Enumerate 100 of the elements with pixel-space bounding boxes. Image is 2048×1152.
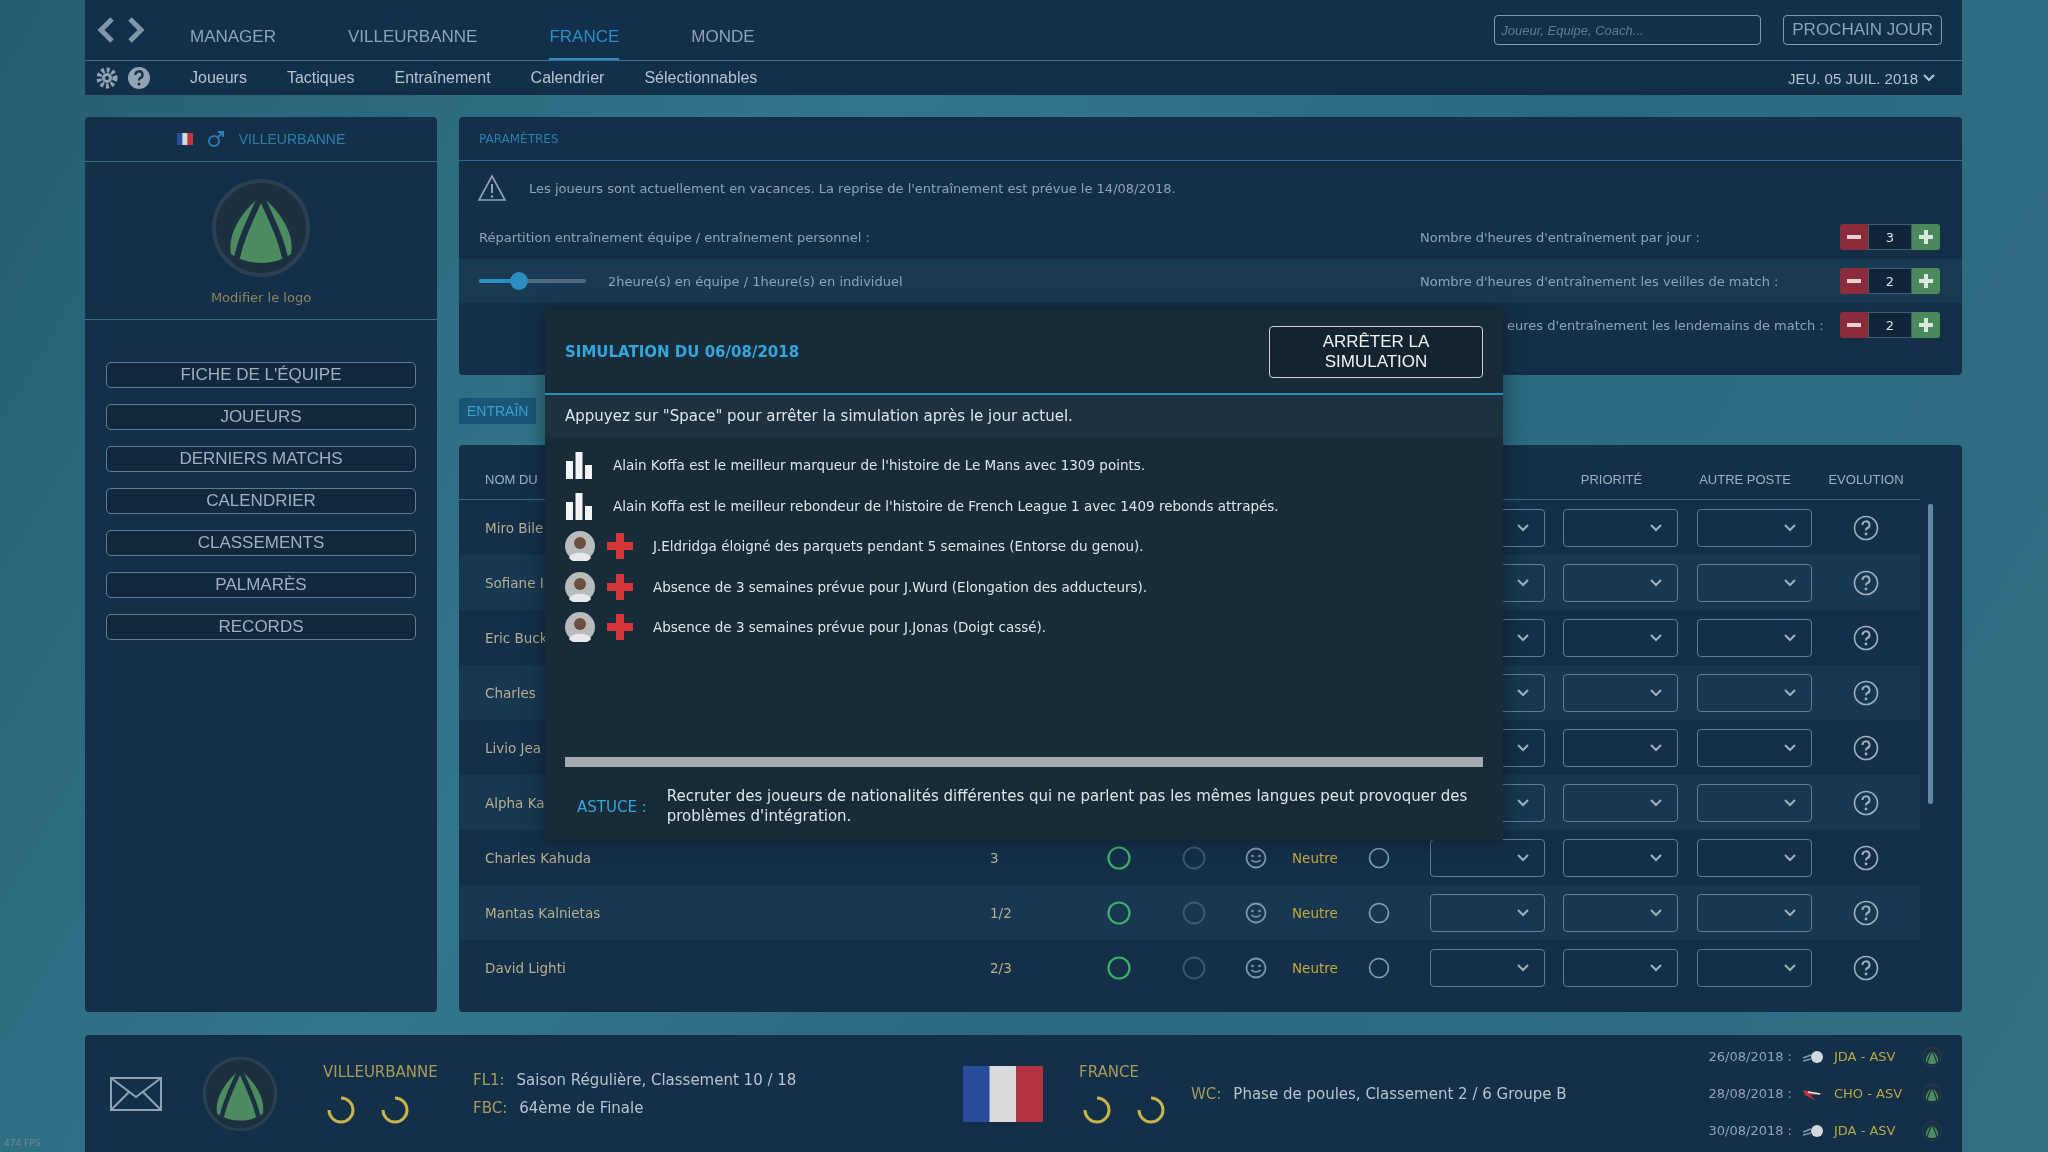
- nav-tab[interactable]: MONDE: [691, 0, 755, 60]
- priority-dropdown[interactable]: [1563, 948, 1678, 987]
- team-name: FRANCE: [1079, 1062, 1140, 1081]
- intensity-dropdown[interactable]: [1430, 948, 1545, 987]
- chevron-down-icon: [1516, 632, 1530, 643]
- stop-simulation-button[interactable]: ARRÊTER LA SIMULATION: [1269, 325, 1483, 378]
- opinion-text: Neutre: [1291, 849, 1339, 866]
- position-cell-text: 3: [990, 849, 1000, 866]
- medical-cross-icon: [607, 614, 633, 641]
- chevron-down-icon: [1649, 742, 1663, 753]
- help-icon[interactable]: [1853, 514, 1879, 541]
- scrollbar[interactable]: [1928, 504, 1933, 804]
- club-logo: [1922, 1120, 1942, 1141]
- position-dropdown[interactable]: [1697, 728, 1812, 767]
- minus-button[interactable]: [1840, 224, 1868, 250]
- form-icon: [1182, 900, 1206, 925]
- position-dropdown[interactable]: [1697, 563, 1812, 602]
- nav-tab[interactable]: VILLEURBANNE: [347, 0, 478, 60]
- flag-icon: [963, 1065, 1043, 1122]
- menu-button[interactable]: CALENDRIER: [106, 488, 416, 514]
- search-field[interactable]: Joueur, Equipe, Coach...: [1494, 15, 1762, 45]
- menu-button[interactable]: DERNIERS MATCHS: [106, 446, 416, 472]
- sub-tab[interactable]: Tactiques: [286, 69, 355, 87]
- help-icon[interactable]: [1853, 844, 1879, 871]
- rest-toggle[interactable]: [1368, 956, 1390, 979]
- priority-dropdown[interactable]: [1563, 508, 1678, 547]
- menu-button[interactable]: RECORDS: [106, 614, 416, 640]
- mail-icon[interactable]: [110, 1076, 162, 1111]
- chevron-down-icon: [1783, 522, 1797, 533]
- competition-code: WC:: [1191, 1084, 1222, 1103]
- sub-tab[interactable]: Sélectionnables: [644, 69, 758, 87]
- sub-tab[interactable]: Calendrier: [530, 69, 605, 87]
- split-label: Répartition entraînement équipe / entraînement personnel :: [479, 229, 870, 245]
- edit-logo-link[interactable]: Modifier le logo: [210, 290, 312, 305]
- help-icon[interactable]: [1853, 899, 1879, 926]
- help-icon[interactable]: [1853, 624, 1879, 651]
- male-icon: [206, 130, 225, 148]
- menu-button[interactable]: JOUEURS: [106, 404, 416, 430]
- player-name: Sofiane I: [485, 574, 544, 591]
- sub-tab[interactable]: Entraînement: [394, 69, 491, 87]
- position-dropdown[interactable]: [1697, 948, 1812, 987]
- priority-dropdown[interactable]: [1563, 783, 1678, 822]
- sub-tab[interactable]: Joueurs: [190, 69, 247, 87]
- priority-dropdown[interactable]: [1563, 893, 1678, 932]
- back-icon[interactable]: [95, 16, 117, 44]
- position-dropdown[interactable]: [1697, 838, 1812, 877]
- competition-code: FBC:: [473, 1098, 508, 1117]
- plus-button[interactable]: [1912, 268, 1940, 294]
- position-dropdown[interactable]: [1697, 618, 1812, 657]
- team-emblem-icon: [1802, 1122, 1824, 1139]
- help-icon[interactable]: [1853, 679, 1879, 706]
- freshness-icon: [1107, 845, 1131, 870]
- player-name: Livio Jea: [485, 739, 542, 756]
- minus-button[interactable]: [1840, 268, 1868, 294]
- rest-toggle[interactable]: [1368, 901, 1390, 924]
- progress-ring-icon: [1136, 1094, 1166, 1125]
- position-dropdown[interactable]: [1697, 508, 1812, 547]
- slider-thumb[interactable]: [509, 272, 528, 290]
- menu-button[interactable]: PALMARÈS: [106, 572, 416, 598]
- help-icon[interactable]: [1853, 569, 1879, 596]
- medical-cross-icon: [607, 573, 633, 600]
- priority-dropdown[interactable]: [1563, 618, 1678, 657]
- slider[interactable]: [479, 272, 586, 290]
- priority-dropdown[interactable]: [1563, 838, 1678, 877]
- chevron-down-icon: [1649, 687, 1663, 698]
- plus-icon: [1919, 230, 1933, 244]
- nav-tab[interactable]: FRANCE: [549, 0, 620, 60]
- next-day-button[interactable]: PROCHAIN JOUR: [1783, 15, 1942, 45]
- player-avatar: [565, 571, 595, 602]
- menu-button[interactable]: FICHE DE L'ÉQUIPE: [106, 362, 416, 388]
- rest-toggle[interactable]: [1368, 846, 1390, 869]
- player-name: Alpha Ka: [485, 794, 545, 811]
- chevron-down-icon: [1649, 522, 1663, 533]
- help-icon[interactable]: [1853, 954, 1879, 981]
- smiley-icon: [1245, 956, 1267, 979]
- nav-tab[interactable]: MANAGER: [190, 0, 276, 60]
- minus-button[interactable]: [1840, 312, 1868, 338]
- player-name: David Lighti: [485, 959, 566, 976]
- help-icon[interactable]: [1853, 789, 1879, 816]
- instruction-text: Appuyez sur "Space" pour arrêter la simulation après le jour actuel.: [545, 395, 1503, 437]
- intensity-dropdown[interactable]: [1430, 893, 1545, 932]
- priority-dropdown[interactable]: [1563, 673, 1678, 712]
- priority-dropdown[interactable]: [1563, 728, 1678, 767]
- position-dropdown[interactable]: [1697, 893, 1812, 932]
- settings-icon[interactable]: [95, 66, 119, 90]
- position-dropdown[interactable]: [1697, 673, 1812, 712]
- tip-label: ASTUCE :: [577, 797, 647, 816]
- dialog-title: SIMULATION DU 06/08/2018: [565, 342, 800, 361]
- plus-button[interactable]: [1912, 224, 1940, 250]
- help-icon[interactable]: [127, 66, 151, 90]
- forward-icon[interactable]: [125, 16, 147, 44]
- bar-chart-icon: [565, 491, 593, 520]
- chevron-down-icon: [1783, 742, 1797, 753]
- chevron-down-icon: [1783, 797, 1797, 808]
- plus-button[interactable]: [1912, 312, 1940, 338]
- date-selector[interactable]: JEU. 05 JUIL. 2018: [1787, 69, 1936, 87]
- position-dropdown[interactable]: [1697, 783, 1812, 822]
- help-icon[interactable]: [1853, 734, 1879, 761]
- menu-button[interactable]: CLASSEMENTS: [106, 530, 416, 556]
- priority-dropdown[interactable]: [1563, 563, 1678, 602]
